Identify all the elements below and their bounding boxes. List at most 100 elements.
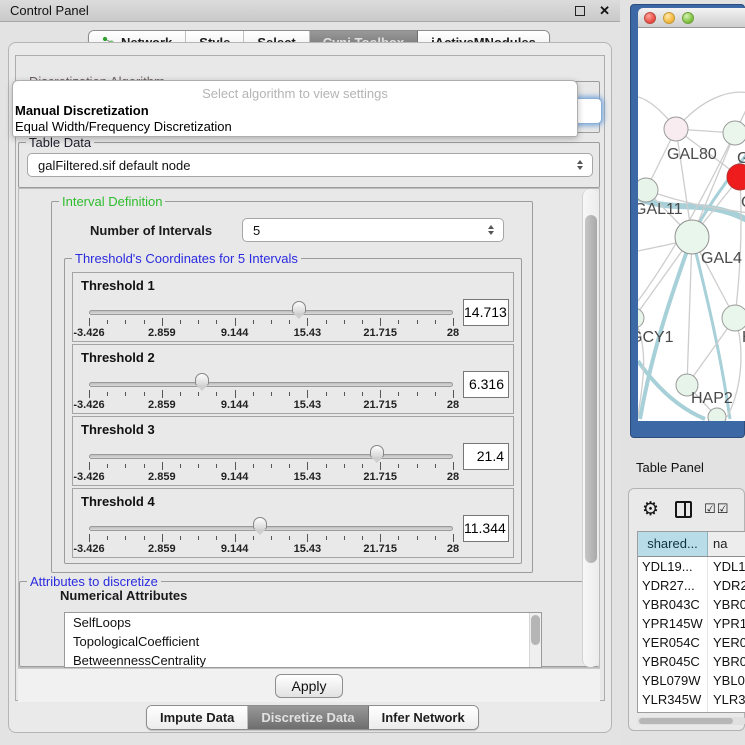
tick-mark — [362, 464, 363, 468]
settings-scrollbar[interactable] — [582, 189, 599, 667]
network-window-titlebar[interactable] — [638, 8, 745, 28]
table-cell: YBL0 — [708, 671, 745, 690]
minimize-traffic-light-icon[interactable] — [663, 12, 675, 24]
tab-impute-data[interactable]: Impute Data — [147, 706, 248, 729]
combo-spinner-icon — [577, 160, 583, 170]
threshold-slider-track[interactable] — [89, 310, 453, 315]
zoom-traffic-light-icon[interactable] — [682, 12, 694, 24]
list-scroll-thumb[interactable] — [531, 615, 540, 645]
checkbox-icons[interactable] — [704, 502, 729, 517]
cyni-mode-tabs: Impute Data Discretize Data Infer Networ… — [146, 705, 479, 730]
network-canvas[interactable]: GAL80GACGAL11GAL4GCY1HHAP2 — [638, 28, 745, 421]
tab-label: Discretize Data — [261, 710, 354, 725]
columns-icon[interactable] — [675, 501, 692, 518]
dropdown-hint: Select algorithm to view settings — [13, 84, 577, 103]
algorithm-dropdown-popup: Select algorithm to view settings Manual… — [12, 80, 578, 137]
numerical-attributes-label: Numerical Attributes — [60, 588, 187, 603]
tick-mark — [89, 534, 90, 542]
column-header-shared[interactable]: shared... — [638, 532, 708, 556]
scale-label: 21.715 — [363, 399, 397, 411]
threshold-slider-track[interactable] — [89, 526, 453, 531]
threshold-slider-handle[interactable] — [370, 445, 384, 458]
scale-label: -3.426 — [73, 543, 104, 555]
tick-mark — [326, 392, 327, 396]
tick-mark — [107, 536, 108, 540]
table-cell: YBR043C — [638, 595, 708, 614]
tab-discretize-data[interactable]: Discretize Data — [248, 706, 368, 729]
tab-infer-network[interactable]: Infer Network — [369, 706, 478, 729]
apply-button[interactable]: Apply — [275, 674, 343, 698]
network-node[interactable] — [638, 308, 644, 328]
table-row[interactable]: YIL052CYIL0 — [638, 709, 745, 713]
close-icon[interactable] — [599, 3, 610, 19]
tick-mark — [289, 320, 290, 324]
settings-scroll-thumb[interactable] — [585, 215, 597, 563]
table-cell: YDR27... — [638, 576, 708, 595]
table-row[interactable]: YBR043CYBR0 — [638, 595, 745, 614]
network-node[interactable] — [722, 305, 745, 331]
threshold-slider-track[interactable] — [89, 382, 453, 387]
threshold-slider-handle[interactable] — [195, 373, 209, 386]
table-cell: YER0 — [708, 633, 745, 652]
threshold-value-field[interactable]: 14.713 — [463, 299, 509, 326]
table-row[interactable]: YPR145WYPR1 — [638, 614, 745, 633]
network-node[interactable] — [664, 117, 688, 141]
list-scrollbar[interactable] — [529, 613, 541, 667]
table-cell: YDL1 — [708, 557, 745, 576]
threshold-slider-handle[interactable] — [292, 301, 306, 314]
scale-label: 21.715 — [363, 471, 397, 483]
table-data-combo[interactable]: galFiltered.sif default node — [27, 153, 593, 177]
scale-label: 28 — [447, 543, 459, 555]
num-intervals-label: Number of Intervals — [90, 223, 212, 238]
table-row[interactable]: YBR045CYBR0 — [638, 652, 745, 671]
tick-mark — [326, 320, 327, 324]
tick-mark — [289, 464, 290, 468]
close-traffic-light-icon[interactable] — [644, 12, 656, 24]
attribute-item[interactable]: TopologicalCoefficient — [65, 632, 541, 651]
network-node[interactable] — [708, 408, 726, 421]
table-row[interactable]: YDR27...YDR2 — [638, 576, 745, 595]
gear-icon[interactable] — [642, 500, 659, 519]
table-scroll-thumb[interactable] — [639, 718, 733, 724]
network-node[interactable] — [723, 121, 745, 145]
dropdown-item-equal-width-frequency[interactable]: Equal Width/Frequency Discretization — [13, 119, 577, 135]
threshold-slider-track[interactable] — [89, 454, 453, 459]
scale-label: 28 — [447, 471, 459, 483]
table-row[interactable]: YLR345WYLR3 — [638, 690, 745, 709]
table-row[interactable]: YBL079WYBL0 — [638, 671, 745, 690]
table-row[interactable]: YDL19...YDL1 — [638, 557, 745, 576]
dropdown-item-manual-discretization[interactable]: Manual Discretization — [13, 103, 577, 119]
network-node[interactable] — [727, 164, 745, 190]
attribute-item[interactable]: SelfLoops — [65, 613, 541, 632]
node-label: HAP2 — [691, 390, 733, 407]
tick-mark — [235, 534, 236, 542]
thresholds-section: Threshold's Coordinates for 5 Intervals … — [64, 258, 522, 564]
tick-mark — [162, 318, 163, 326]
threshold-label: Threshold 3 — [81, 422, 155, 437]
scale-label: -3.426 — [73, 471, 104, 483]
tick-mark — [453, 390, 454, 398]
threshold-slider-handle[interactable] — [253, 517, 267, 530]
slider-ticks — [89, 318, 453, 327]
node-attribute-table[interactable]: shared... na YDL19...YDL1YDR27...YDR2YBR… — [637, 531, 745, 713]
tick-mark — [380, 462, 381, 470]
table-row[interactable]: YER054CYER0 — [638, 633, 745, 652]
network-node[interactable] — [638, 178, 658, 202]
threshold-value-field[interactable]: 11.344 — [463, 515, 509, 542]
interval-definition-section: Interval Definition Number of Intervals … — [51, 201, 533, 573]
tick-mark — [417, 464, 418, 468]
network-node[interactable] — [675, 220, 709, 254]
threshold-value-field[interactable]: 6.316 — [463, 371, 509, 398]
num-intervals-combo[interactable]: 5 — [242, 218, 504, 242]
attribute-item[interactable]: BetweennessCentrality — [65, 651, 541, 668]
column-header-name[interactable]: na — [708, 532, 745, 556]
threshold-value-field[interactable]: 21.4 — [463, 443, 509, 470]
float-window-icon[interactable] — [575, 6, 585, 16]
network-window[interactable]: GAL80GACGAL11GAL4GCY1HHAP2 — [638, 8, 745, 421]
table-horizontal-scrollbar[interactable] — [637, 717, 745, 725]
numerical-attributes-list[interactable]: SelfLoopsTopologicalCoefficientBetweenne… — [64, 612, 542, 668]
tick-mark — [253, 320, 254, 324]
tick-mark — [289, 536, 290, 540]
table-cell: YIL0 — [708, 709, 745, 713]
node-label: GA — [737, 150, 745, 167]
